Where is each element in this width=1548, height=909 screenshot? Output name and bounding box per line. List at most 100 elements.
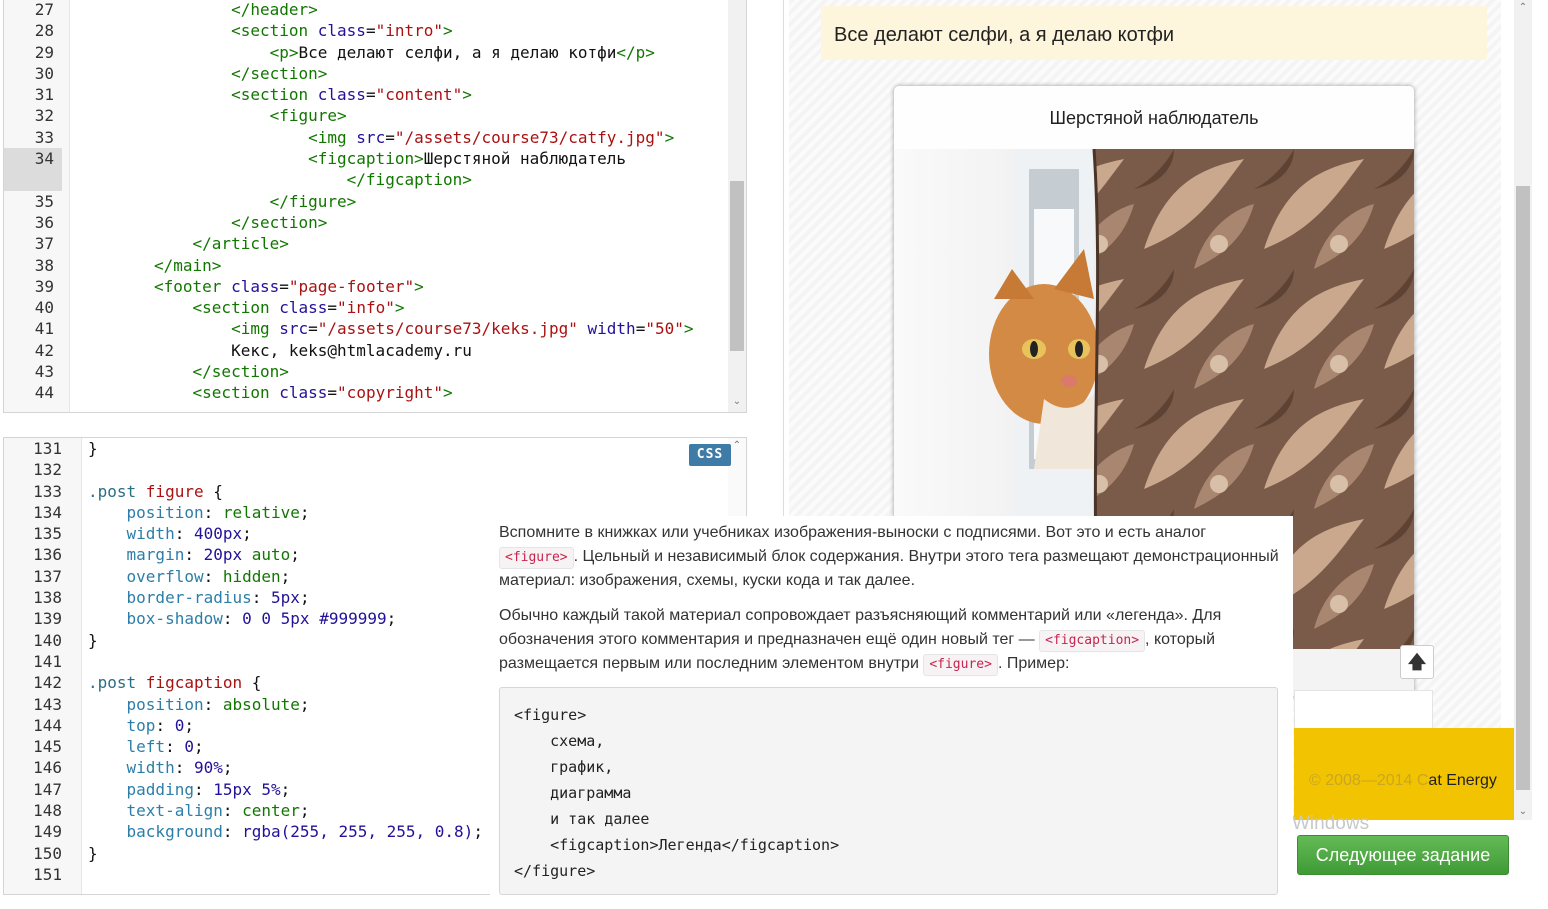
code-line[interactable]: 132 — [4, 459, 728, 480]
code-token: absolute — [222, 694, 300, 714]
code-token: </p> — [616, 42, 655, 62]
html-editor-scrollbar[interactable]: ⌄ — [728, 0, 746, 412]
code-token: <footer — [154, 276, 232, 296]
code-token: box-shadow — [126, 609, 223, 629]
code-token: > — [664, 127, 675, 147]
code-line[interactable]: 34 <figcaption>Шерстяной наблюдатель </f… — [4, 148, 728, 191]
code-token: left — [126, 737, 166, 757]
code-text: <section class="content"> — [154, 84, 472, 105]
code-text: <section class="copyright"> — [154, 382, 453, 403]
code-text: Кекс, keks@htmlacademy.ru — [154, 340, 472, 361]
scroll-to-top-button[interactable]: 🡅 — [1400, 645, 1434, 679]
code-token: > — [394, 298, 405, 318]
code-text: width: 90%; — [88, 757, 233, 778]
code-token: Все делают селфи, а я делаю котфи — [298, 42, 617, 62]
line-number: 30 — [34, 63, 54, 83]
code-text: } — [88, 438, 98, 459]
code-token: src — [356, 127, 386, 147]
code-line[interactable]: 30 </section> — [4, 63, 728, 84]
code-line[interactable]: 37 </article> — [4, 233, 728, 254]
figcaption: Шерстяной наблюдатель — [894, 86, 1414, 149]
scroll-up-icon[interactable]: ⌃ — [1514, 0, 1532, 16]
html-code-lines[interactable]: 27 </header> 28 <section class="intro"> 29… — [4, 0, 728, 404]
code-token: padding — [126, 779, 194, 799]
code-token: <section — [192, 298, 280, 318]
html-code-editor[interactable]: 27 </header> 28 <section class="intro"> 29… — [3, 0, 747, 413]
code-token: auto — [251, 545, 291, 565]
code-text: border-radius: 5px; — [88, 587, 310, 608]
code-line[interactable]: 39 <footer class="page-footer"> — [4, 276, 728, 297]
code-token: ; — [299, 588, 310, 608]
code-token: margin — [126, 545, 185, 565]
code-token: : — [184, 545, 204, 565]
code-token: "intro" — [375, 21, 444, 41]
code-line[interactable]: 29 <p>Все делают селфи, а я делаю котфи<… — [4, 42, 728, 63]
code-line[interactable]: 32 <figure> — [4, 105, 728, 126]
line-number: 133 — [33, 481, 62, 501]
code-text: top: 0; — [88, 715, 194, 736]
code-token: </section> — [231, 212, 328, 232]
line-number: 151 — [33, 864, 62, 884]
code-text: overflow: hidden; — [88, 566, 291, 587]
code-line[interactable]: 43 </section> — [4, 361, 728, 382]
code-example: <figure> схема, график, диаграмма и так … — [499, 687, 1278, 895]
code-token: { — [242, 673, 262, 693]
code-token: : — [222, 801, 243, 821]
code-token: ; — [222, 758, 233, 778]
inline-code: <figure> — [499, 547, 574, 569]
code-line[interactable]: 42 Кекс, keks@htmlacademy.ru — [4, 340, 728, 361]
code-token: "content" — [375, 85, 463, 105]
code-line[interactable]: 133 .post figure { — [4, 481, 728, 502]
code-token: relative — [222, 502, 300, 522]
code-token: position — [126, 502, 204, 522]
code-token: <img — [308, 127, 357, 147]
code-text: .post figure { — [88, 481, 223, 502]
code-line[interactable]: 38 </main> — [4, 255, 728, 276]
code-text: .post figcaption { — [88, 672, 261, 693]
line-number: 36 — [34, 212, 54, 232]
copyright-text: © 2008—2014 Cat Energy — [1309, 772, 1497, 789]
code-token: text-align — [126, 801, 223, 821]
scroll-down-icon[interactable]: ⌄ — [1514, 804, 1532, 820]
code-token: figcaption — [145, 673, 243, 693]
line-number: 145 — [33, 737, 62, 757]
code-token: class — [317, 21, 366, 41]
code-token: class — [279, 298, 328, 318]
code-token: </figure> — [269, 191, 357, 211]
code-token: src — [279, 319, 309, 339]
code-line[interactable]: 131} — [4, 438, 728, 459]
scroll-down-icon[interactable]: ⌄ — [728, 394, 746, 410]
line-number: 136 — [33, 545, 62, 565]
code-token: "/assets/course73/keks.jpg" — [317, 319, 578, 339]
line-number: 148 — [33, 801, 62, 821]
code-token: width — [587, 319, 636, 339]
code-line[interactable]: 27 </header> — [4, 0, 728, 20]
intro-section: Все делают селфи, а я делаю котфи — [821, 6, 1487, 60]
code-line[interactable]: 44 <section class="copyright"> — [4, 382, 728, 403]
code-line[interactable]: 35 </figure> — [4, 191, 728, 212]
code-text: <section class="intro"> — [154, 20, 453, 41]
code-text: <figcaption>Шерстяной наблюдатель — [154, 148, 626, 169]
scroll-thumb[interactable] — [730, 181, 744, 351]
scroll-thumb[interactable] — [1516, 186, 1530, 790]
preview-scrollbar[interactable]: ⌃ ⌄ — [1514, 0, 1532, 820]
code-line[interactable]: 40 <section class="info"> — [4, 297, 728, 318]
code-text: </article> — [154, 233, 289, 254]
code-line[interactable]: 33 <img src="/assets/course73/catfy.jpg"… — [4, 127, 728, 148]
line-number: 150 — [33, 843, 62, 863]
next-task-button[interactable]: Следующее задание — [1297, 835, 1509, 875]
code-line[interactable]: 36 </section> — [4, 212, 728, 233]
code-text: box-shadow: 0 0 5px #999999; — [88, 608, 397, 629]
code-line[interactable]: 28 <section class="intro"> — [4, 20, 728, 41]
code-line[interactable]: 41 <img src="/assets/course73/keks.jpg" … — [4, 318, 728, 339]
code-token: 15px 5% — [213, 779, 281, 799]
code-line[interactable]: 31 <section class="content"> — [4, 84, 728, 105]
